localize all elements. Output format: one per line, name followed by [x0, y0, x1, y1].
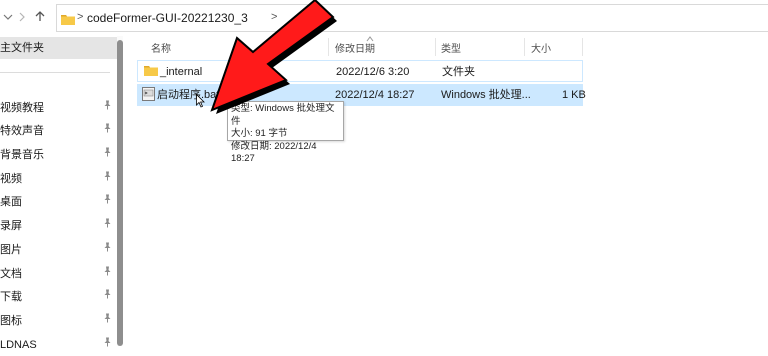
sidebar-item-label: 主文件夹	[0, 42, 44, 54]
sidebar-item-label: 图标	[0, 315, 22, 327]
file-type: Windows 批处理...	[441, 89, 531, 101]
forward-button[interactable]	[14, 10, 30, 26]
chevron-down-icon	[3, 14, 13, 20]
sidebar-item[interactable]: 图片	[0, 239, 118, 261]
column-type-header[interactable]: 类型	[441, 40, 461, 55]
sidebar-scrollbar-thumb[interactable]	[117, 40, 123, 346]
sidebar-item-label: 文档	[0, 268, 22, 280]
navigation-pane: 主文件夹 视频教程特效声音背景音乐视频桌面录屏图片文档下载图标 LDNAS	[0, 36, 118, 351]
sidebar-item-label: 背景音乐	[0, 149, 44, 161]
column-modified-header[interactable]: 修改日期	[335, 40, 375, 55]
column-size-header[interactable]: 大小	[531, 40, 551, 55]
file-modified: 2022/12/6 3:20	[336, 66, 410, 78]
sidebar-item[interactable]: 文档	[0, 263, 118, 285]
file-modified: 2022/12/4 18:27	[335, 89, 415, 101]
up-button[interactable]	[32, 10, 48, 26]
address-toolbar: > codeFormer-GUI-20221230_3 >	[0, 0, 768, 36]
folder-icon	[61, 12, 75, 30]
sidebar-item-label: 录屏	[0, 220, 22, 232]
batch-file-icon	[142, 87, 155, 108]
sidebar-item[interactable]: 视频	[0, 168, 118, 190]
sidebar-item-label: 视频教程	[0, 102, 44, 114]
folder-icon	[144, 64, 158, 84]
sidebar-item[interactable]: 特效声音	[0, 120, 118, 142]
sidebar-item[interactable]: 下载	[0, 286, 118, 308]
sidebar-item[interactable]: 视频教程	[0, 97, 118, 119]
pin-icon[interactable]	[103, 144, 112, 166]
chevron-right-icon	[19, 12, 25, 22]
sidebar-item-label: 特效声音	[0, 125, 44, 137]
sidebar-item-label: 下载	[0, 291, 22, 303]
file-size: 1 KB	[562, 89, 586, 101]
sidebar-item-home[interactable]: 主文件夹	[0, 37, 118, 59]
address-bar[interactable]: > codeFormer-GUI-20221230_3 >	[56, 4, 768, 32]
breadcrumb-separator[interactable]: >	[77, 11, 83, 23]
pin-icon[interactable]	[103, 215, 112, 237]
divider	[0, 72, 110, 73]
pin-icon[interactable]	[103, 286, 112, 308]
pin-icon[interactable]	[103, 334, 112, 356]
tooltip-date: 修改日期: 2022/12/4 18:27	[231, 140, 317, 165]
pin-icon[interactable]	[103, 168, 112, 190]
sidebar-item-label: 桌面	[0, 196, 22, 208]
column-divider[interactable]	[524, 38, 525, 56]
pin-icon[interactable]	[103, 97, 112, 119]
sidebar-item-label: LDNAS	[0, 339, 37, 351]
file-type: 文件夹	[442, 66, 475, 78]
sidebar-item-label: 视频	[0, 173, 22, 185]
column-divider[interactable]	[582, 38, 583, 56]
sidebar-item[interactable]: 录屏	[0, 215, 118, 237]
arrow-up-icon	[35, 11, 45, 21]
tooltip-size: 大小: 91 字节	[231, 128, 288, 139]
pin-icon[interactable]	[103, 120, 112, 142]
sidebar-item[interactable]: 桌面	[0, 191, 118, 213]
sidebar-item[interactable]: 背景音乐	[0, 144, 118, 166]
pin-icon[interactable]	[103, 310, 112, 332]
sidebar-item[interactable]: 图标	[0, 310, 118, 332]
pin-icon[interactable]	[103, 239, 112, 261]
pin-icon[interactable]	[103, 263, 112, 285]
red-arrow-annotation-icon	[190, 0, 340, 120]
sidebar-item[interactable]: LDNAS	[0, 334, 118, 356]
column-divider[interactable]	[435, 38, 436, 56]
pin-icon[interactable]	[103, 191, 112, 213]
column-name-header[interactable]: 名称	[151, 40, 171, 55]
sidebar-item-label: 图片	[0, 244, 22, 256]
